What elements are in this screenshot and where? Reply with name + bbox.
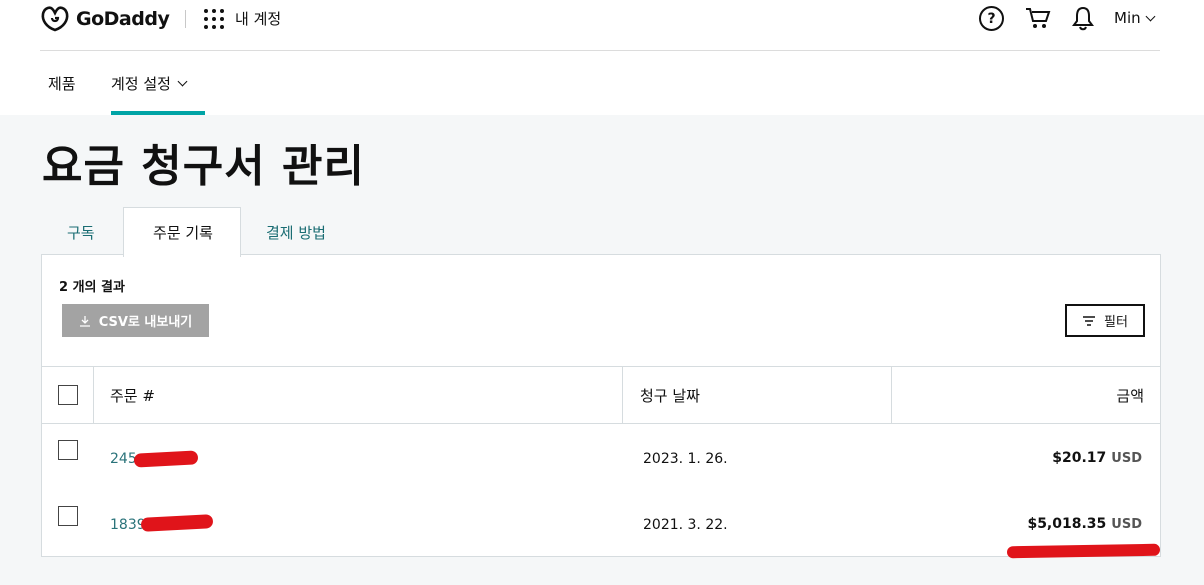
filter-icon	[1083, 315, 1096, 326]
amount-currency: USD	[1111, 517, 1142, 532]
amount-value: $20.17	[1052, 450, 1107, 466]
filter-label: 필터	[1104, 315, 1128, 330]
export-csv-button[interactable]: CSV로 내보내기	[62, 304, 209, 337]
table-header: 주문 # 청구 날짜 금액	[42, 366, 1160, 424]
amount-value: $5,018.35	[1027, 516, 1107, 532]
order-amount: $20.17 USD	[1052, 450, 1142, 466]
export-csv-label: CSV로 내보내기	[98, 315, 193, 330]
header-divider	[185, 10, 186, 28]
bell-icon[interactable]	[1071, 5, 1095, 31]
godaddy-logo-icon	[41, 6, 69, 32]
top-header: GoDaddy 내 계정 ? Min 제품 계정 설정	[0, 0, 1204, 115]
order-amount: $5,018.35 USD	[1027, 516, 1142, 532]
select-all-cell	[42, 367, 94, 423]
help-icon[interactable]: ?	[979, 6, 1004, 31]
column-header-amount[interactable]: 금액	[892, 367, 1160, 423]
row-checkbox[interactable]	[58, 440, 78, 460]
apps-grid-icon[interactable]	[204, 9, 224, 29]
order-number-link[interactable]: 245	[110, 451, 137, 467]
user-menu[interactable]: Min	[1114, 9, 1156, 27]
billing-date: 2021. 3. 22.	[643, 517, 728, 533]
results-count: 2 개의 결과	[59, 280, 125, 295]
row-checkbox[interactable]	[58, 506, 78, 526]
tab-order-history[interactable]: 주문 기록	[123, 207, 241, 257]
billing-date: 2023. 1. 26.	[643, 451, 728, 467]
my-account-link[interactable]: 내 계정	[235, 8, 281, 29]
download-icon	[79, 315, 90, 327]
tab-payment-methods[interactable]: 결제 방법	[266, 222, 326, 243]
table-row: 245 2023. 1. 26. $20.17 USD	[42, 425, 1160, 491]
chevron-down-icon	[1145, 11, 1156, 21]
godaddy-logo[interactable]: GoDaddy	[40, 5, 170, 33]
select-all-checkbox[interactable]	[57, 385, 78, 405]
nav-products[interactable]: 제품	[48, 73, 76, 94]
tab-order-history-label: 주문 기록	[153, 224, 213, 242]
nav-account-settings-label: 계정 설정	[111, 75, 171, 93]
cart-icon[interactable]	[1025, 6, 1051, 30]
column-header-order[interactable]: 주문 #	[94, 367, 623, 423]
tab-subscriptions[interactable]: 구독	[67, 222, 95, 243]
chevron-down-icon	[177, 76, 188, 87]
filter-button[interactable]: 필터	[1065, 304, 1145, 337]
user-name: Min	[1114, 9, 1141, 27]
header-divider-line	[40, 50, 1160, 51]
column-header-date[interactable]: 청구 날짜	[623, 367, 892, 423]
amount-currency: USD	[1111, 451, 1142, 466]
order-history-panel: 2 개의 결과 CSV로 내보내기 필터 주문 # 청구 날짜 금액 245 2…	[41, 254, 1161, 557]
page-title: 요금 청구서 관리	[42, 141, 365, 192]
brand-name: GoDaddy	[76, 8, 170, 30]
nav-account-settings[interactable]: 계정 설정	[111, 73, 188, 94]
nav-active-indicator	[111, 111, 205, 115]
